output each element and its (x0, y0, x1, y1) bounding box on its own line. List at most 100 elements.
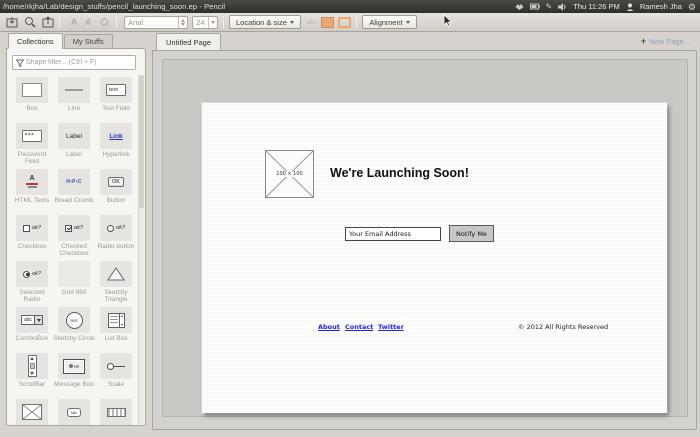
shape-filter-box (12, 55, 136, 70)
launch-heading[interactable]: We're Launching Soon! (330, 166, 469, 180)
shape-label: Button (95, 197, 137, 204)
canvas-viewport[interactable]: 100 × 100 We're Launching Soon! Your Ema… (152, 50, 697, 430)
shape-item-progress-bar[interactable] (95, 399, 137, 426)
sketchy-triangle-icon (106, 266, 126, 282)
system-tray: ✎ Thu 11:26 PM Ramesh Jha ⚙ (515, 2, 696, 11)
shape-item-message-box[interactable]: Hi! Message Box (53, 353, 95, 399)
message-box-icon: Hi! (63, 359, 85, 374)
mouse-cursor (443, 14, 453, 33)
shape-item-bread-crumb[interactable]: H›P›C Bread Crumb (53, 169, 95, 215)
user-icon (626, 3, 634, 11)
italic-icon[interactable]: A (83, 17, 93, 27)
shape-tile: abc (16, 307, 48, 333)
shape-item-sketchy-triangle[interactable]: Sketchy Triangle (95, 261, 137, 307)
shape-tile: tab (58, 399, 90, 425)
shape-item-html-texts[interactable]: A HTML Texts (11, 169, 53, 215)
new-page-label: New Page... (649, 37, 690, 46)
shape-label: Hyperlink (95, 151, 137, 158)
checkbox-icon: ok? (23, 225, 41, 232)
canvas-background[interactable]: 100 × 100 We're Launching Soon! Your Ema… (162, 59, 688, 417)
pencil-window: /home/rkjha/Lab/design_stuffs/pencil_lau… (0, 0, 700, 437)
document-page[interactable]: 100 × 100 We're Launching Soon! Your Ema… (202, 103, 667, 413)
shape-label: Selected Radio (11, 289, 53, 304)
shape-label: Message Box (53, 381, 95, 388)
open-document-icon[interactable] (5, 16, 18, 29)
about-link[interactable]: About (318, 323, 340, 331)
save-document-icon[interactable] (41, 16, 54, 29)
shape-tile: Label (58, 123, 90, 149)
sidebar-scrollbar[interactable] (138, 75, 144, 424)
session-gear-icon[interactable]: ⚙ (688, 3, 696, 11)
tab-my-stuffs[interactable]: My Stuffs (64, 34, 113, 49)
checked-checkbox-icon: ok? (65, 225, 83, 232)
volume-icon[interactable] (558, 3, 567, 11)
shape-item-text-field[interactable]: text Text Field (95, 77, 137, 123)
shape-item-label[interactable]: Label Label (53, 123, 95, 169)
location-size-label: Location & size (236, 18, 287, 27)
user-name[interactable]: Ramesh Jha (640, 2, 682, 11)
shape-tile (100, 261, 132, 287)
shape-item-button[interactable]: OK Button (95, 169, 137, 215)
shape-item-list-box[interactable]: List Box (95, 307, 137, 353)
new-page-button[interactable]: + New Page... (641, 36, 690, 46)
shape-item-checked-checkbox[interactable]: ok? Checked Checkbox (53, 215, 95, 261)
font-size-combobox[interactable]: 24 (192, 16, 218, 29)
shape-item-tab[interactable]: tab (53, 399, 95, 426)
shape-item-radio-button[interactable]: ok? Radio button (95, 215, 137, 261)
sketchy-circle-icon: text (66, 312, 83, 329)
shape-filter-input[interactable] (26, 59, 126, 66)
hyperlink-icon: Link (109, 133, 122, 140)
text-color-icon[interactable]: abc (307, 19, 317, 26)
contact-link[interactable]: Contact (345, 323, 373, 331)
messaging-indicator-icon[interactable] (515, 3, 524, 11)
shape-item-grid-960[interactable]: Grid 960 (53, 261, 95, 307)
stroke-color-swatch[interactable] (338, 17, 351, 28)
shape-label: Bread Crumb (53, 197, 95, 204)
location-size-button[interactable]: Location & size (229, 15, 301, 29)
selected-radio-icon: ok? (23, 271, 41, 278)
font-size-dropdown-arrow[interactable] (208, 17, 217, 28)
shape-item-scrollbar[interactable]: ScrollBar (11, 353, 53, 399)
clock[interactable]: Thu 11:26 PM (573, 2, 620, 11)
email-field[interactable]: Your Email Address (345, 227, 441, 241)
shape-item-box[interactable]: Box (11, 77, 53, 123)
shape-label: HTML Texts (11, 197, 53, 204)
shape-item-password-field[interactable]: *** Password Field (11, 123, 53, 169)
shape-label: Password Field (11, 151, 53, 166)
shape-grid: Box Line text Text Field *** Password Fi… (11, 77, 139, 426)
font-size-value: 24 (193, 18, 208, 27)
toolbar-separator (116, 16, 117, 29)
shape-item-selected-radio[interactable]: ok? Selected Radio (11, 261, 53, 307)
bold-icon[interactable]: A (69, 17, 79, 27)
shape-item-hyperlink[interactable]: Link Hyperlink (95, 123, 137, 169)
shape-label: Grid 960 (53, 289, 95, 296)
shape-label: Label (53, 151, 95, 158)
shape-label: Checked Checkbox (53, 243, 95, 258)
export-image-icon[interactable] (23, 16, 36, 29)
list-box-icon (108, 313, 125, 328)
twitter-link[interactable]: Twitter (378, 323, 404, 331)
alignment-button[interactable]: Alignment (362, 15, 416, 29)
input-method-pencil-icon[interactable]: ✎ (546, 3, 553, 11)
shape-tile: A (16, 169, 48, 195)
shape-item-line[interactable]: Line (53, 77, 95, 123)
canvas-image-placeholder[interactable]: 100 × 100 (265, 150, 314, 198)
font-family-combobox[interactable]: Arial (124, 16, 188, 29)
shape-tile (16, 77, 48, 103)
fill-color-swatch[interactable] (321, 17, 334, 28)
battery-icon[interactable] (530, 3, 540, 10)
shape-item-sketchy-circle[interactable]: text Sketchy Circle (53, 307, 95, 353)
font-stepper[interactable] (178, 17, 187, 28)
shape-item-image-placeholder[interactable] (11, 399, 53, 426)
shape-item-scale[interactable]: Scale (95, 353, 137, 399)
tab-collections[interactable]: Collections (8, 33, 63, 49)
sidebar-scrollbar-thumb[interactable] (139, 75, 144, 208)
shape-item-checkbox[interactable]: ok? Checkbox (11, 215, 53, 261)
html-texts-icon: A (26, 176, 38, 188)
text-field-icon: text (106, 84, 126, 96)
tab-untitled-page[interactable]: Untitled Page (156, 33, 221, 50)
shape-item-combobox[interactable]: abc ComboBox (11, 307, 53, 353)
shape-tile (16, 399, 48, 425)
notify-me-button[interactable]: Notify Me (449, 225, 494, 242)
fill-color-icon[interactable] (98, 16, 111, 29)
